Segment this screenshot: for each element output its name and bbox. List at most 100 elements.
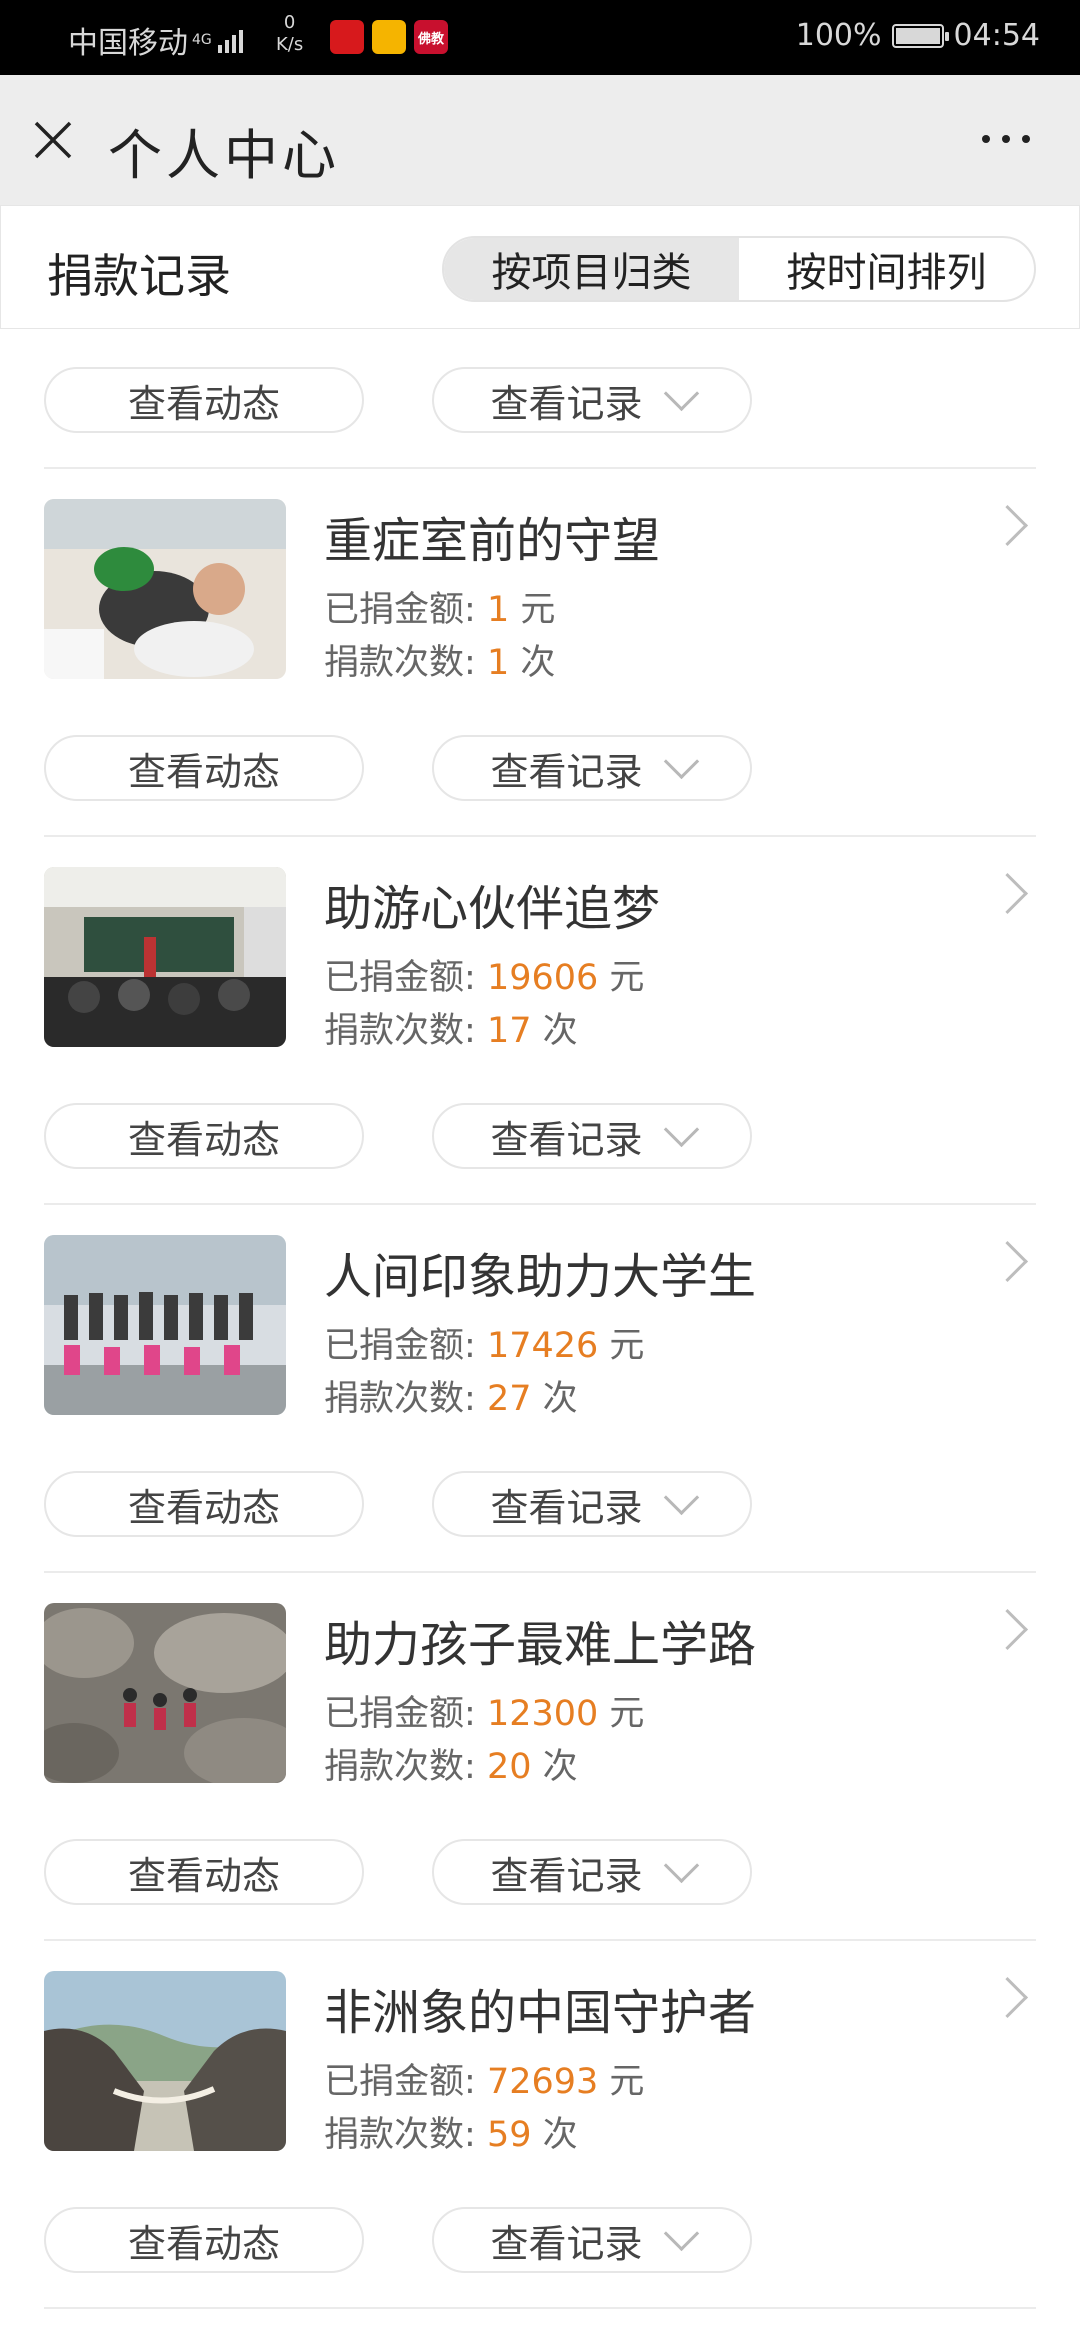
view-updates-button[interactable]: 查看动态	[44, 367, 364, 433]
view-records-label: 查看记录	[490, 1485, 643, 1530]
donated-amount: 已捐金额: 12300 元	[324, 1685, 644, 1736]
count-value: 17	[486, 1011, 532, 1051]
view-updates-button[interactable]: 查看动态	[44, 1103, 364, 1169]
tab-by-time[interactable]: 按时间排列	[739, 238, 1034, 300]
section-title: 捐款记录	[47, 249, 231, 303]
donated-amount: 已捐金额: 19606 元	[324, 949, 644, 1000]
amount-label: 已捐金额:	[324, 1694, 476, 1734]
project-title: 重症室前的守望	[324, 513, 661, 569]
speed-unit: K/s	[276, 34, 304, 55]
project-item[interactable]: 人间印象助力大学生 已捐金额: 17426 元 捐款次数: 27 次	[0, 1205, 1080, 1433]
view-updates-label: 查看动态	[127, 749, 280, 794]
view-records-label: 查看记录	[490, 2221, 643, 2266]
amount-value: 72693	[486, 2062, 599, 2102]
amount-label: 已捐金额:	[324, 590, 476, 630]
amount-value: 19606	[486, 958, 599, 998]
chevron-down-icon	[663, 375, 699, 411]
view-updates-label: 查看动态	[127, 381, 280, 426]
view-records-label: 查看记录	[490, 1117, 643, 1162]
count-value: 1	[486, 643, 510, 683]
view-records-button[interactable]: 查看记录	[432, 1103, 752, 1169]
project-thumbnail	[44, 1603, 286, 1783]
view-updates-label: 查看动态	[127, 2221, 280, 2266]
signal-icon	[217, 27, 243, 53]
count-unit: 次	[542, 1379, 578, 1419]
donation-count: 捐款次数: 20 次	[324, 1738, 578, 1789]
status-bar: 中国移动 4G 0 K/s 佛教 100% 04:54	[0, 0, 1080, 75]
yellow-app-icon	[372, 20, 406, 54]
count-label: 捐款次数:	[324, 2115, 476, 2155]
battery-icon	[891, 23, 949, 48]
view-records-button[interactable]: 查看记录	[432, 1471, 752, 1537]
action-row: 查看动态 查看记录	[0, 697, 1080, 837]
donated-amount: 已捐金额: 72693 元	[324, 2053, 644, 2104]
view-updates-button[interactable]: 查看动态	[44, 1839, 364, 1905]
action-row: 查看动态 查看记录	[0, 2169, 1080, 2309]
action-row: 查看动态 查看记录	[0, 1433, 1080, 1573]
project-title: 助游心伙伴追梦	[324, 881, 661, 937]
amount-unit: 元	[609, 1694, 645, 1734]
divider	[44, 2307, 1036, 2309]
view-updates-button[interactable]: 查看动态	[44, 1471, 364, 1537]
view-updates-label: 查看动态	[127, 1117, 280, 1162]
action-row: 查看动态 查看记录	[0, 1801, 1080, 1941]
view-updates-label: 查看动态	[127, 1485, 280, 1530]
count-value: 20	[486, 1747, 532, 1787]
amount-value: 17426	[486, 1326, 599, 1366]
project-thumbnail	[44, 1971, 286, 2151]
china-merchants-bank-icon	[330, 20, 364, 54]
donation-count: 捐款次数: 27 次	[324, 1370, 578, 1421]
view-records-label: 查看记录	[490, 1853, 643, 1898]
view-records-button[interactable]: 查看记录	[432, 735, 752, 801]
chevron-right-icon	[986, 1240, 1029, 1283]
donated-amount: 已捐金额: 1 元	[324, 581, 555, 632]
amount-value: 12300	[486, 1694, 599, 1734]
tab-by-project[interactable]: 按项目归类	[444, 238, 739, 300]
donation-count: 捐款次数: 1 次	[324, 634, 555, 685]
project-thumbnail	[44, 499, 286, 679]
chevron-down-icon	[663, 1111, 699, 1147]
network-type: 4G	[192, 32, 212, 48]
chevron-down-icon	[663, 1847, 699, 1883]
view-records-button[interactable]: 查看记录	[432, 2207, 752, 2273]
clock: 04:54	[953, 18, 1040, 53]
amount-unit: 元	[609, 1326, 645, 1366]
count-unit: 次	[542, 2115, 578, 2155]
project-thumbnail	[44, 1235, 286, 1415]
page-title: 个人中心	[108, 124, 340, 187]
action-row: 查看动态 查看记录	[0, 1065, 1080, 1205]
count-unit: 次	[542, 1747, 578, 1787]
amount-label: 已捐金额:	[324, 2062, 476, 2102]
count-value: 59	[486, 2115, 532, 2155]
project-item[interactable]: 非洲象的中国守护者 已捐金额: 72693 元 捐款次数: 59 次	[0, 1941, 1080, 2169]
view-updates-button[interactable]: 查看动态	[44, 735, 364, 801]
project-item[interactable]: 助力孩子最难上学路 已捐金额: 12300 元 捐款次数: 20 次	[0, 1573, 1080, 1801]
project-title: 人间印象助力大学生	[324, 1249, 757, 1305]
amount-label: 已捐金额:	[324, 1326, 476, 1366]
chevron-down-icon	[663, 743, 699, 779]
donation-list: 查看动态 查看记录 重症室前的守望 已捐金额: 1 元 捐款次数: 1 次 查看…	[0, 329, 1080, 2309]
project-item[interactable]: 助游心伙伴追梦 已捐金额: 19606 元 捐款次数: 17 次	[0, 837, 1080, 1065]
count-value: 27	[486, 1379, 532, 1419]
count-label: 捐款次数:	[324, 643, 476, 683]
project-item[interactable]: 重症室前的守望 已捐金额: 1 元 捐款次数: 1 次	[0, 469, 1080, 697]
donation-records-header: 捐款记录 按项目归类 按时间排列	[0, 205, 1080, 329]
amount-unit: 元	[520, 590, 556, 630]
chevron-right-icon	[986, 504, 1029, 547]
close-icon[interactable]	[32, 119, 74, 161]
title-bar: 个人中心	[0, 75, 1080, 205]
notification-icons: 佛教	[330, 20, 448, 54]
more-options-icon[interactable]	[982, 135, 1030, 143]
chevron-down-icon	[663, 2215, 699, 2251]
carrier-info: 中国移动 4G	[68, 18, 243, 62]
view-updates-button[interactable]: 查看动态	[44, 2207, 364, 2273]
sort-segmented-control: 按项目归类 按时间排列	[442, 236, 1036, 302]
view-records-label: 查看记录	[490, 749, 643, 794]
donation-count: 捐款次数: 59 次	[324, 2106, 578, 2157]
chevron-right-icon	[986, 1976, 1029, 2019]
view-records-button[interactable]: 查看记录	[432, 367, 752, 433]
buddhism-app-icon: 佛教	[414, 20, 448, 54]
view-records-button[interactable]: 查看记录	[432, 1839, 752, 1905]
network-speed: 0 K/s	[276, 12, 303, 56]
donated-amount: 已捐金额: 17426 元	[324, 1317, 644, 1368]
